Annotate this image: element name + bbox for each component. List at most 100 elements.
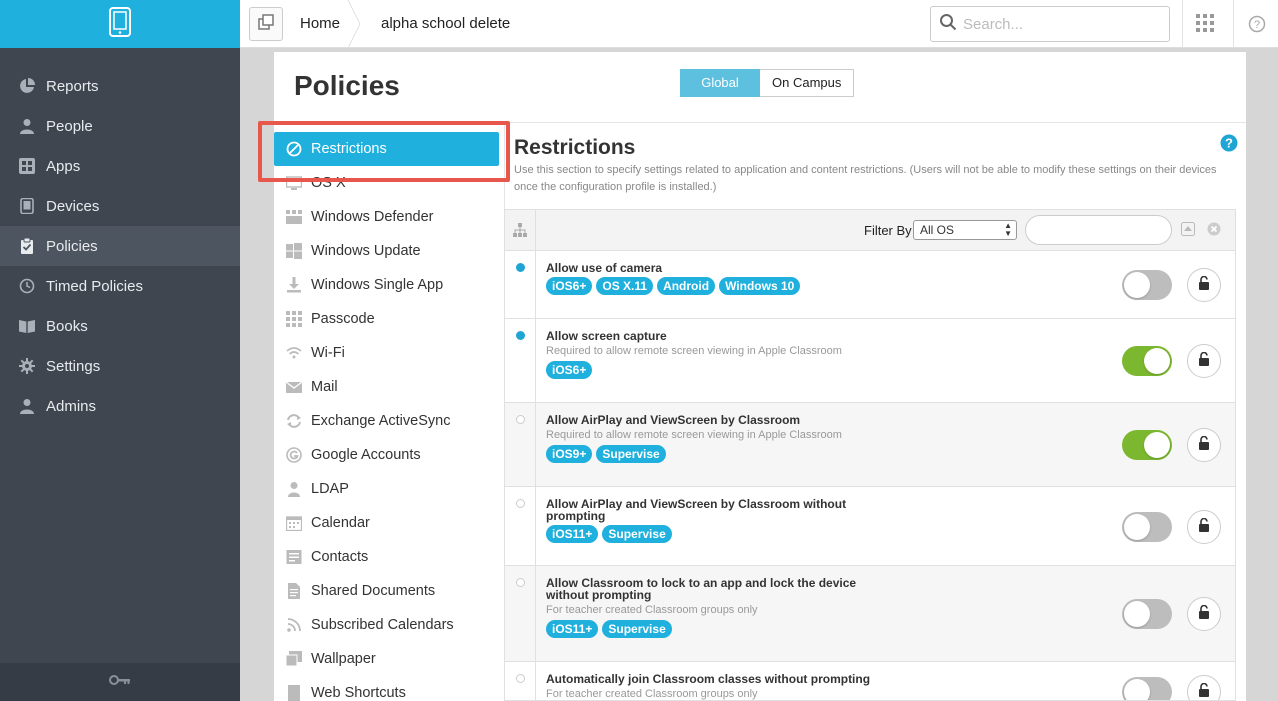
nav-item-devices[interactable]: Devices (0, 186, 240, 226)
row-marker-cell (505, 319, 536, 402)
policy-nav-item-wi-fi[interactable]: Wi-Fi (274, 336, 504, 370)
download-icon (286, 277, 302, 293)
policy-nav-label: Wi-Fi (311, 345, 345, 361)
os-tags: iOS6+ OS X.11 Android Windows 10 (546, 277, 876, 295)
policy-nav-label: Windows Defender (311, 209, 434, 225)
policy-nav-item-exchange-activesync[interactable]: Exchange ActiveSync (274, 404, 504, 438)
row-text: Allow AirPlay and ViewScreen by Classroo… (546, 498, 876, 543)
policy-nav-label: Subscribed Calendars (311, 617, 454, 633)
key-icon[interactable] (109, 673, 131, 691)
nav-footer (0, 663, 240, 701)
table-row: Allow AirPlay and ViewScreen by Classroo… (505, 487, 1235, 566)
nav-item-label: Apps (46, 157, 81, 175)
os-tags: iOS11+ Supervise (546, 525, 876, 543)
search-icon (939, 13, 957, 36)
google-icon (286, 447, 302, 463)
app-grid-icon[interactable] (1196, 14, 1214, 37)
breadcrumb-home[interactable]: Home (300, 0, 340, 48)
policy-nav-item-windows-update[interactable]: Windows Update (274, 234, 504, 268)
device-logo-icon[interactable] (108, 6, 132, 42)
person-icon (18, 117, 36, 135)
restriction-title: Automatically join Classroom classes wit… (546, 672, 871, 686)
os-filter-select[interactable]: All OS ▲ ▼ (913, 220, 1017, 240)
nav-item-admins[interactable]: Admins (0, 386, 240, 426)
nav-item-people[interactable]: People (0, 106, 240, 146)
restrictions-rows: Allow use of camera iOS6+ OS X.11 Android Wi… (505, 251, 1235, 700)
lock-button[interactable] (1187, 597, 1221, 631)
scope-global-button[interactable]: Global (680, 69, 760, 97)
clone-button[interactable] (249, 7, 283, 41)
policy-nav-item-windows-single-app[interactable]: Windows Single App (274, 268, 504, 302)
policy-nav-label: Wallpaper (311, 651, 376, 667)
divider (1182, 0, 1183, 48)
nav-item-settings[interactable]: Settings (0, 346, 240, 386)
unlock-icon (1198, 351, 1210, 371)
nav-item-apps[interactable]: Apps (0, 146, 240, 186)
policy-nav-item-wallpaper[interactable]: Wallpaper (274, 642, 504, 676)
filter-search-input[interactable] (1025, 215, 1172, 245)
restriction-title: Allow AirPlay and ViewScreen by Classroo… (546, 497, 847, 523)
lock-button[interactable] (1187, 510, 1221, 544)
policy-nav-item-os-x[interactable]: OS X (274, 166, 504, 200)
filter-label: Filter By (864, 223, 912, 238)
policy-nav-item-calendar[interactable]: Calendar (274, 506, 504, 540)
restriction-toggle[interactable] (1122, 677, 1172, 700)
tablet-icon (18, 197, 36, 215)
row-text: Allow AirPlay and ViewScreen by Classroo… (546, 414, 876, 463)
policy-nav-item-google-accounts[interactable]: Google Accounts (274, 438, 504, 472)
lock-button[interactable] (1187, 428, 1221, 462)
table-row: Automatically join Classroom classes wit… (505, 662, 1235, 700)
os-tag: iOS6+ (546, 361, 593, 379)
policy-nav-label: Contacts (311, 549, 369, 565)
divider (1233, 0, 1234, 48)
row-status-dot (516, 674, 525, 683)
nav-item-label: Books (46, 317, 88, 335)
policy-nav-item-windows-defender[interactable]: Windows Defender (274, 200, 504, 234)
policy-nav-item-ldap[interactable]: LDAP (274, 472, 504, 506)
collapse-icon[interactable] (1181, 222, 1195, 241)
hierarchy-icon[interactable] (505, 210, 536, 250)
policy-nav-item-contacts[interactable]: Contacts (274, 540, 504, 574)
policy-nav-item-mail[interactable]: Mail (274, 370, 504, 404)
search-box[interactable] (930, 6, 1170, 42)
restriction-icon (286, 141, 302, 157)
search-input[interactable] (963, 15, 1153, 33)
sync-icon (286, 413, 302, 429)
section-description: Use this section to specify settings rel… (514, 164, 1217, 193)
policy-nav-item-subscribed-calendars[interactable]: Subscribed Calendars (274, 608, 504, 642)
lock-button[interactable] (1187, 675, 1221, 700)
policy-nav-item-web-shortcuts[interactable]: Web Shortcuts (274, 676, 504, 701)
help-icon[interactable]: ? (1220, 134, 1238, 157)
nav-item-timed-policies[interactable]: Timed Policies (0, 266, 240, 306)
row-marker-cell (505, 251, 536, 318)
restriction-toggle[interactable] (1122, 270, 1172, 300)
lock-button[interactable] (1187, 268, 1221, 302)
row-status-dot (516, 578, 525, 587)
os-tag: iOS9+ (546, 445, 593, 463)
lock-button[interactable] (1187, 344, 1221, 378)
nav-item-books[interactable]: Books (0, 306, 240, 346)
restriction-toggle[interactable] (1122, 346, 1172, 376)
nav-item-label: Admins (46, 397, 97, 415)
restriction-toggle[interactable] (1122, 512, 1172, 542)
policy-nav-item-restrictions[interactable]: Restrictions (274, 132, 499, 166)
restriction-toggle[interactable] (1122, 430, 1172, 460)
unlock-icon (1198, 517, 1210, 537)
policy-nav-label: Exchange ActiveSync (311, 413, 451, 429)
help-icon[interactable]: ? (1248, 15, 1266, 38)
policy-nav-item-shared-documents[interactable]: Shared Documents (274, 574, 504, 608)
nav-item-label: Timed Policies (46, 277, 143, 295)
nav-list: Reports People Apps Devices Policies Timed Po… (0, 66, 240, 426)
clear-icon[interactable] (1207, 222, 1221, 241)
scope-on-campus-button[interactable]: On Campus (760, 69, 855, 97)
nav-item-label: Devices (46, 197, 100, 215)
nav-item-reports[interactable]: Reports (0, 66, 240, 106)
restriction-subtitle: For teacher created Classroom groups onl… (546, 604, 758, 616)
nav-item-policies[interactable]: Policies (0, 226, 240, 266)
nav-item-label: Settings (46, 357, 101, 375)
os-tags: iOS11+ Supervise (546, 620, 876, 638)
policy-nav-item-passcode[interactable]: Passcode (274, 302, 504, 336)
row-text: Allow use of camera iOS6+ OS X.11 Android Wi… (546, 262, 876, 295)
page-title: Policies (294, 70, 400, 101)
restriction-toggle[interactable] (1122, 599, 1172, 629)
